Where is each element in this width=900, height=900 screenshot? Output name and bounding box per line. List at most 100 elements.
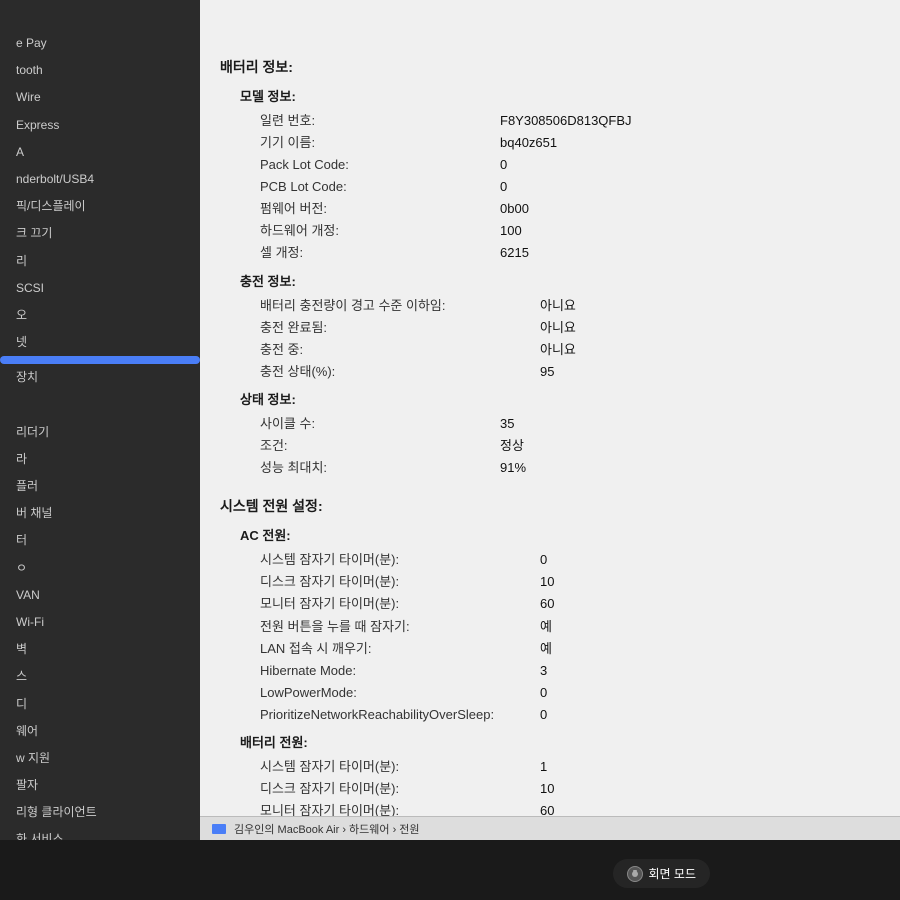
ac-lowpower-value: 0	[540, 682, 547, 704]
breadcrumb-text: 김우인의 MacBook Air › 하드웨어 › 전원	[234, 821, 420, 837]
ac-hibernate-row: Hibernate Mode: 3	[260, 660, 880, 682]
cell-row: 셀 개정: 6215	[260, 242, 880, 264]
sidebar-item-ieung[interactable]: ㅇ	[0, 555, 200, 582]
sidebar-item-ware[interactable]: 웨어	[0, 718, 200, 745]
sidebar-item-li[interactable]: 리	[0, 248, 200, 275]
bat-disk-sleep-label: 디스크 잠자기 타이머(분):	[260, 778, 540, 800]
ac-details: 시스템 잠자기 타이머(분): 0 디스크 잠자기 타이머(분): 10 모니터…	[260, 549, 880, 726]
charge-warning-value: 아니요	[540, 295, 576, 317]
sidebar-item-ter[interactable]: 터	[0, 527, 200, 554]
ac-lowpower-row: LowPowerMode: 0	[260, 682, 880, 704]
screen-mode-button[interactable]: 회면 모드	[613, 859, 711, 888]
sidebar-item-a[interactable]: A	[0, 139, 200, 166]
sidebar-item-net[interactable]: 넷	[0, 329, 200, 356]
sidebar-item-selected[interactable]	[0, 356, 200, 364]
sidebar-item-epay[interactable]: e Pay	[0, 30, 200, 57]
serial-row: 일련 번호: F8Y308506D813QFBJ	[260, 110, 880, 132]
charge-warning-row: 배터리 충전량이 경고 수준 이하임: 아니요	[260, 295, 880, 317]
sidebar-item-ra[interactable]: 라	[0, 446, 200, 473]
ac-monitor-sleep-row: 모니터 잠자기 타이머(분): 60	[260, 593, 880, 615]
ac-lowpower-label: LowPowerMode:	[260, 682, 540, 704]
sidebar-item-channel[interactable]: 버 채널	[0, 500, 200, 527]
pack-lot-value: 0	[500, 154, 507, 176]
cycle-row: 사이클 수: 35	[260, 413, 880, 435]
sidebar-item-o[interactable]: 오	[0, 302, 200, 329]
ac-disk-sleep-label: 디스크 잠자기 타이머(분):	[260, 571, 540, 593]
sidebar-item-scsi[interactable]: SCSI	[0, 275, 200, 302]
sidebar-item-thin-client[interactable]: 리형 클라이언트	[0, 799, 200, 826]
sidebar-item-wire[interactable]: Wire	[0, 84, 200, 111]
sidebar-item-wall[interactable]: 벽	[0, 636, 200, 663]
ac-hibernate-value: 3	[540, 660, 547, 682]
battery-power-title: 배터리 전원:	[240, 732, 880, 754]
sidebar-item-van[interactable]: VAN	[0, 582, 200, 609]
sidebar-item-wifi[interactable]: Wi-Fi	[0, 609, 200, 636]
cycle-label: 사이클 수:	[260, 413, 500, 435]
max-capacity-row: 성능 최대치: 91%	[260, 457, 880, 479]
content-area: 배터리 정보: 모델 정보: 일련 번호: F8Y308506D813QFBJ …	[200, 30, 900, 900]
ac-power-btn-value: 예	[540, 616, 552, 638]
device-name-value: bq40z651	[500, 132, 557, 154]
model-group: 모델 정보: 일련 번호: F8Y308506D813QFBJ 기기 이름: b…	[240, 86, 880, 480]
bat-disk-sleep-value: 10	[540, 778, 554, 800]
ac-lan-wake-row: LAN 접속 시 깨우기: 예	[260, 638, 880, 660]
serial-value: F8Y308506D813QFBJ	[500, 110, 632, 132]
battery-info-title: 배터리 정보:	[220, 56, 880, 80]
charge-details: 배터리 충전량이 경고 수준 이하임: 아니요 충전 완료됨: 아니요 충전 중…	[260, 295, 880, 383]
sidebar: e Pay tooth Wire Express A nderbolt/USB4…	[0, 0, 200, 900]
screen-mode-label: 회면 모드	[649, 865, 697, 882]
hardware-label: 하드웨어 개정:	[260, 220, 500, 242]
firmware-value: 0b00	[500, 198, 529, 220]
ac-prioritize-label: PrioritizeNetworkReachabilityOverSleep:	[260, 704, 540, 726]
model-title: 모델 정보:	[240, 86, 880, 108]
sidebar-item-fuller[interactable]: 플러	[0, 473, 200, 500]
charging-value: 아니요	[540, 339, 576, 361]
charge-pct-value: 95	[540, 361, 554, 383]
charge-complete-row: 충전 완료됨: 아니요	[260, 317, 880, 339]
firmware-row: 펌웨어 버전: 0b00	[260, 198, 880, 220]
ac-power-btn-row: 전원 버튼을 누를 때 잠자기: 예	[260, 616, 880, 638]
max-capacity-value: 91%	[500, 457, 526, 479]
ac-sleep-timer-value: 0	[540, 549, 547, 571]
charge-complete-value: 아니요	[540, 317, 576, 339]
hardware-value: 100	[500, 220, 522, 242]
sidebar-item-w-support[interactable]: w 지원	[0, 745, 200, 772]
main-content: 배터리 정보: 모델 정보: 일련 번호: F8Y308506D813QFBJ …	[200, 0, 900, 900]
bat-disk-sleep-row: 디스크 잠자기 타이머(분): 10	[260, 778, 880, 800]
sidebar-item-di[interactable]: 디	[0, 691, 200, 718]
condition-row: 조건: 정상	[260, 435, 880, 457]
ac-monitor-sleep-value: 60	[540, 593, 554, 615]
firmware-label: 펌웨어 버전:	[260, 198, 500, 220]
sidebar-item-palza[interactable]: 팔자	[0, 772, 200, 799]
pack-lot-row: Pack Lot Code: 0	[260, 154, 880, 176]
cell-label: 셀 개정:	[260, 242, 500, 264]
hardware-row: 하드웨어 개정: 100	[260, 220, 880, 242]
pcb-lot-label: PCB Lot Code:	[260, 176, 500, 198]
sidebar-item-network-off[interactable]: 크 끄기	[0, 220, 200, 247]
device-name-label: 기기 이름:	[260, 132, 500, 154]
sidebar-item-thunderbolt[interactable]: nderbolt/USB4	[0, 166, 200, 193]
ac-prioritize-row: PrioritizeNetworkReachabilityOverSleep: …	[260, 704, 880, 726]
ac-prioritize-value: 0	[540, 704, 547, 726]
charge-pct-label: 충전 상태(%):	[260, 361, 540, 383]
ac-disk-sleep-value: 10	[540, 571, 554, 593]
pack-lot-label: Pack Lot Code:	[260, 154, 500, 176]
bat-sleep-timer-value: 1	[540, 756, 547, 778]
ac-sleep-timer-row: 시스템 잠자기 타이머(분): 0	[260, 549, 880, 571]
serial-label: 일련 번호:	[260, 110, 500, 132]
camera-icon	[627, 866, 643, 882]
taskbar: 회면 모드	[0, 840, 900, 900]
ac-lan-wake-label: LAN 접속 시 깨우기:	[260, 638, 540, 660]
sidebar-item-tooth[interactable]: tooth	[0, 57, 200, 84]
power-settings-title: 시스템 전원 설정:	[220, 495, 880, 519]
sidebar-item-reader[interactable]: 리더기	[0, 419, 200, 446]
status-title: 상태 정보:	[240, 389, 880, 411]
sidebar-item-display[interactable]: 픽/디스플레이	[0, 193, 200, 220]
charge-complete-label: 충전 완료됨:	[260, 317, 540, 339]
sidebar-item-s[interactable]: 스	[0, 663, 200, 690]
sidebar-item-express[interactable]: Express	[0, 112, 200, 139]
bat-sleep-timer-row: 시스템 잠자기 타이머(분): 1	[260, 756, 880, 778]
charge-warning-label: 배터리 충전량이 경고 수준 이하임:	[260, 295, 540, 317]
sidebar-item-device[interactable]: 장치	[0, 364, 200, 391]
ac-disk-sleep-row: 디스크 잠자기 타이머(분): 10	[260, 571, 880, 593]
